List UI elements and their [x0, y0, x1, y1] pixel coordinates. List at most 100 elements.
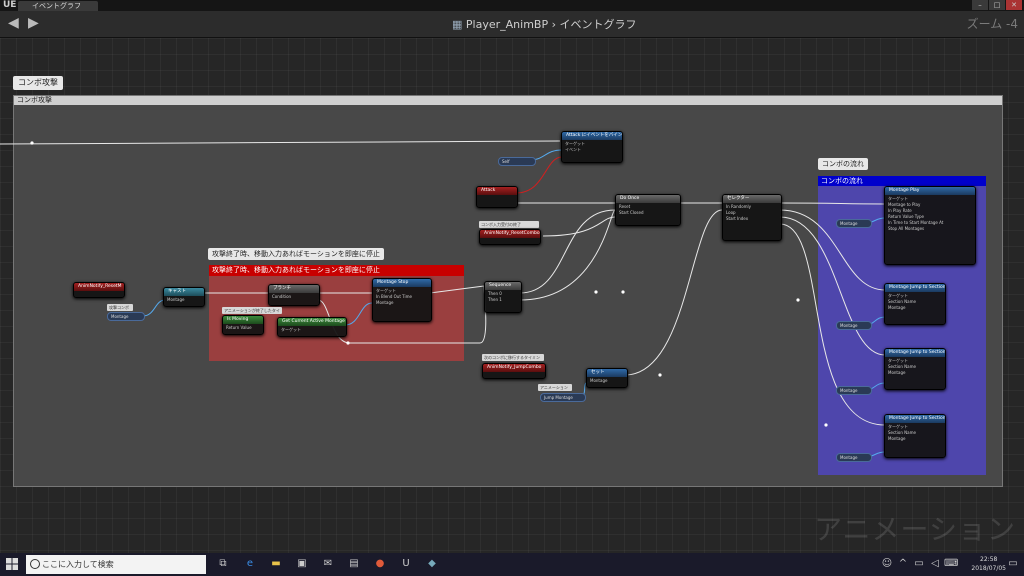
- node-montage-stop[interactable]: Montage Stop ターゲット In Blend Out Time Monta…: [372, 278, 432, 322]
- note-attack-combo: 攻撃コンボ: [107, 304, 133, 311]
- node-title: ブランチ: [269, 285, 319, 293]
- montage-variable[interactable]: Montage: [836, 453, 872, 462]
- montage-variable[interactable]: Montage: [836, 386, 872, 395]
- app-icon[interactable]: ◆: [425, 557, 439, 571]
- node-do-once[interactable]: Do Once Reset Start Closed: [615, 194, 681, 226]
- search-icon: [30, 559, 40, 569]
- node-title: AnimNotify_ResetCombo: [480, 230, 540, 238]
- node-cast[interactable]: キャスト Montage: [163, 287, 205, 307]
- maximize-icon[interactable]: □: [989, 0, 1005, 10]
- node-jump-anim[interactable]: AnimNotify_JumpCombo: [482, 363, 546, 379]
- windows-taskbar: ここに入力して検索 ⧉ e ▬ ▣ ✉ ▤ ● U ◆ ☺ ^ ▭ ◁ ⌨ 22…: [0, 553, 1024, 576]
- windows-start-icon[interactable]: [6, 558, 18, 570]
- node-jump-section[interactable]: Montage Jump to Section ターゲット Section Nam…: [884, 414, 946, 458]
- node-title: Sequence: [485, 282, 521, 290]
- breadcrumb: ▦ Player_AnimBP › イベントグラフ: [452, 16, 637, 32]
- search-placeholder: ここに入力して検索: [42, 560, 114, 569]
- taskbar-clock[interactable]: 22:58 2018/07/05: [971, 555, 1006, 573]
- pin-label: Then 1: [488, 297, 502, 302]
- graph-type-watermark: アニメーション: [814, 513, 1016, 546]
- node-title: AnimNotify_ResetM: [74, 283, 124, 291]
- node-title: Do Once: [616, 195, 680, 203]
- node-is-moving[interactable]: Is Moving Return Value: [222, 315, 264, 335]
- epic-launcher-icon[interactable]: ▤: [347, 557, 361, 571]
- pin-label: Montage: [590, 378, 608, 383]
- pin-label: Montage: [167, 297, 185, 302]
- node-bind-event[interactable]: Attack にイベントをバインド ターゲット イベント: [561, 131, 623, 163]
- comment-bubble-blue[interactable]: コンボの流れ: [818, 158, 868, 170]
- node-title: Attack にイベントをバインド: [562, 132, 622, 140]
- volume-icon[interactable]: ◁: [928, 557, 942, 571]
- pin-label: Start Closed: [619, 210, 644, 215]
- comment-header-blue: コンボの流れ: [818, 176, 986, 186]
- pin-label: ターゲット: [281, 327, 301, 332]
- node-reset-anim[interactable]: AnimNotify_ResetM: [73, 282, 125, 298]
- node-reset-combo[interactable]: AnimNotify_ResetCombo: [479, 229, 541, 245]
- unreal-logo-icon: UE: [3, 0, 17, 10]
- breadcrumb-current[interactable]: イベントグラフ: [560, 18, 637, 31]
- node-title: Attack: [477, 187, 517, 195]
- network-icon[interactable]: ▭: [912, 557, 926, 571]
- node-title: キャスト: [164, 288, 204, 296]
- keyboard-icon[interactable]: ⌨: [944, 557, 958, 571]
- node-title: Montage Jump to Section: [885, 349, 945, 357]
- node-set[interactable]: セット Montage: [586, 368, 628, 388]
- self-variable[interactable]: Self: [498, 157, 536, 166]
- mail-icon[interactable]: ✉: [321, 557, 335, 571]
- node-attack-event[interactable]: Attack: [476, 186, 518, 208]
- graph-nav-bar: ◀ ▶ ▦ Player_AnimBP › イベントグラフ ズーム -4: [0, 11, 1024, 38]
- montage-variable[interactable]: Montage: [836, 219, 872, 228]
- back-arrow-icon[interactable]: ◀: [8, 15, 19, 31]
- pin-label: イベント: [565, 147, 581, 152]
- node-jump-section[interactable]: Montage Jump to Section ターゲット Section Nam…: [884, 348, 946, 390]
- pin-label: Start Index: [726, 216, 749, 221]
- comment-header-main: コンボ攻撃: [14, 96, 1002, 105]
- node-title: Montage Play: [885, 187, 975, 195]
- jump-montage-variable[interactable]: Jump Montage: [540, 393, 586, 402]
- edge-icon[interactable]: e: [243, 557, 257, 571]
- pin-label: Return Value: [226, 325, 252, 330]
- note-anim-end: アニメーションが終了したタイミングで: [222, 307, 282, 320]
- chevron-up-icon[interactable]: ^: [896, 557, 910, 571]
- comment-bubble-red[interactable]: 攻撃終了時、移動入力あればモーションを即座に停止: [208, 248, 384, 260]
- node-title: セット: [587, 369, 627, 377]
- taskbar-search-input[interactable]: ここに入力して検索: [26, 555, 206, 574]
- node-title: Get Current Active Montage: [278, 318, 346, 326]
- note-next-combo: 次のコンボに移行するタイミング: [482, 354, 544, 367]
- comment-bubble-main[interactable]: コンボ攻撃: [13, 76, 63, 90]
- file-explorer-icon[interactable]: ▬: [269, 557, 283, 571]
- notification-icon[interactable]: ▭: [1006, 557, 1020, 571]
- chrome-icon[interactable]: ●: [373, 557, 387, 571]
- minimize-icon[interactable]: –: [972, 0, 988, 10]
- node-title: Is Moving: [223, 316, 263, 324]
- tab-event-graph[interactable]: イベントグラフ: [18, 1, 98, 11]
- person-icon[interactable]: ☺: [880, 557, 894, 571]
- forward-arrow-icon[interactable]: ▶: [28, 15, 39, 31]
- node-jump-section[interactable]: Montage Jump to Section ターゲット Section Nam…: [884, 283, 946, 325]
- node-title: Montage Stop: [373, 279, 431, 287]
- unreal-editor-icon[interactable]: U: [399, 557, 413, 571]
- pin-label: Stop All Montages: [888, 226, 925, 231]
- zoom-level: ズーム -4: [966, 17, 1018, 31]
- close-icon[interactable]: ✕: [1006, 0, 1022, 10]
- node-montage-play[interactable]: Montage Play ターゲット Montage to Play In Pl…: [884, 186, 976, 265]
- pin-label: Montage: [888, 436, 906, 441]
- node-title: Montage Jump to Section: [885, 415, 945, 423]
- note-combo-end: コンボ入力受付の終了: [479, 221, 539, 228]
- clock-time: 22:58: [980, 556, 998, 563]
- node-multigate[interactable]: セレクター In Randomly Loop Start Index: [722, 194, 782, 241]
- montage-variable[interactable]: Montage: [836, 321, 872, 330]
- breadcrumb-parent[interactable]: Player_AnimBP: [466, 18, 548, 31]
- montage-variable[interactable]: Montage: [107, 312, 145, 321]
- node-sequence[interactable]: Sequence Then 0 Then 1: [484, 281, 522, 313]
- comment-header-red: 攻撃終了時、移動入力あればモーションを即座に停止: [209, 265, 464, 276]
- node-title: セレクター: [723, 195, 781, 203]
- node-get-montage[interactable]: Get Current Active Montage ターゲット: [277, 317, 347, 337]
- store-icon[interactable]: ▣: [295, 557, 309, 571]
- note-animation: アニメーション: [538, 384, 572, 391]
- blueprint-icon: ▦: [452, 18, 463, 31]
- task-view-icon[interactable]: ⧉: [216, 557, 230, 571]
- pin-label: Condition: [272, 294, 292, 299]
- title-bar: UE イベントグラフ – □ ✕: [0, 0, 1024, 11]
- node-branch[interactable]: ブランチ Condition: [268, 284, 320, 306]
